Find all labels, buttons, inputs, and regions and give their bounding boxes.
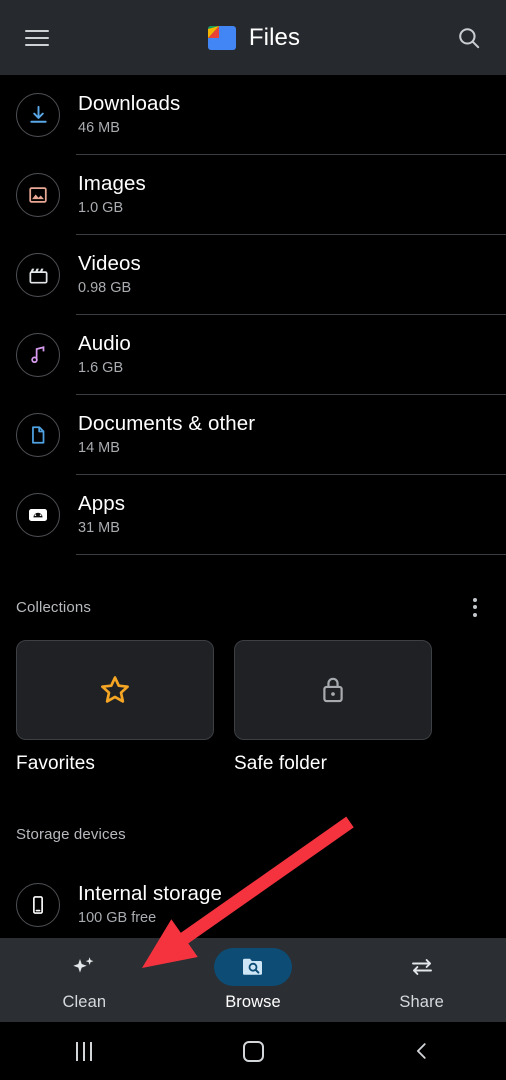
category-text: Documents & other 14 MB bbox=[78, 412, 255, 458]
file-category-list: Downloads 46 MB Images 1.0 GB Videos 0.9… bbox=[0, 75, 506, 555]
category-size: 1.0 GB bbox=[78, 200, 124, 216]
nav-label-browse: Browse bbox=[225, 993, 281, 1011]
kebab-dot bbox=[473, 612, 477, 617]
category-name: Downloads bbox=[78, 92, 181, 115]
phone-icon bbox=[16, 883, 60, 927]
category-name: Images bbox=[78, 172, 146, 195]
document-icon bbox=[16, 413, 60, 457]
category-text: Images 1.0 GB bbox=[78, 172, 146, 218]
browse-pill bbox=[214, 948, 292, 986]
back-glyph bbox=[416, 1043, 426, 1059]
image-icon bbox=[16, 173, 60, 217]
category-text: Videos 0.98 GB bbox=[78, 252, 141, 298]
star-icon bbox=[101, 676, 129, 703]
video-icon bbox=[16, 253, 60, 297]
row-divider bbox=[76, 554, 506, 555]
google-files-logo-icon bbox=[207, 25, 236, 50]
safe-folder-card[interactable] bbox=[234, 640, 432, 740]
category-row-images[interactable]: Images 1.0 GB bbox=[0, 155, 506, 235]
nav-label-clean: Clean bbox=[62, 993, 107, 1011]
nav-tab-browse[interactable]: Browse bbox=[169, 948, 338, 1012]
category-name: Videos bbox=[78, 252, 141, 275]
nav-tab-share[interactable]: Share bbox=[337, 948, 506, 1012]
collection-label: Safe folder bbox=[234, 753, 327, 774]
apk-android-icon bbox=[16, 493, 60, 537]
category-size: 46 MB bbox=[78, 120, 120, 136]
category-text: Apps 31 MB bbox=[78, 492, 125, 538]
storage-name: Internal storage bbox=[78, 882, 223, 905]
category-name: Audio bbox=[78, 332, 131, 355]
share-pill bbox=[383, 948, 461, 986]
category-text: Downloads 46 MB bbox=[78, 92, 180, 138]
folder-search-icon bbox=[243, 958, 262, 975]
storage-detail: 100 GB free bbox=[78, 910, 157, 926]
category-row-apps[interactable]: Apps 31 MB bbox=[0, 475, 506, 555]
category-row-documents[interactable]: Documents & other 14 MB bbox=[0, 395, 506, 475]
back-chevron-icon[interactable] bbox=[337, 1040, 506, 1062]
download-icon bbox=[16, 93, 60, 137]
category-row-downloads[interactable]: Downloads 46 MB bbox=[0, 75, 506, 155]
nav-label-share: Share bbox=[399, 993, 444, 1011]
recents-glyph bbox=[76, 1041, 93, 1061]
lock-icon bbox=[323, 677, 343, 703]
system-navigation-bar bbox=[0, 1022, 506, 1080]
storage-row-internal[interactable]: Internal storage 100 GB free bbox=[0, 865, 506, 945]
storage-text: Internal storage 100 GB free bbox=[78, 882, 222, 928]
search-glyph bbox=[459, 27, 480, 48]
app-bar-title-group: Files bbox=[0, 23, 506, 53]
favorites-card[interactable] bbox=[16, 640, 214, 740]
home-glyph bbox=[242, 1040, 264, 1062]
files-app-screen: Files Downloads 46 MB Images 1.0 GB Vide… bbox=[0, 0, 506, 1080]
collection-label: Favorites bbox=[16, 753, 96, 774]
sparkle-icon bbox=[73, 957, 94, 973]
storage-header: Storage devices bbox=[0, 826, 506, 843]
collections-section: Collections Favorites Safe folder bbox=[0, 590, 506, 775]
category-name: Apps bbox=[78, 492, 126, 515]
more-vertical-icon[interactable] bbox=[458, 590, 492, 624]
bottom-navigation-bar: Clean Browse Share bbox=[0, 938, 506, 1022]
music-note-icon bbox=[16, 333, 60, 377]
swap-arrows-icon bbox=[411, 959, 432, 975]
kebab-dot bbox=[473, 605, 477, 609]
kebab-dot bbox=[473, 597, 477, 602]
collections-cards: Favorites Safe folder bbox=[0, 624, 506, 775]
clean-pill bbox=[45, 948, 123, 986]
category-row-audio[interactable]: Audio 1.6 GB bbox=[0, 315, 506, 395]
page-title: Files bbox=[248, 23, 301, 51]
home-icon[interactable] bbox=[169, 1040, 338, 1062]
collections-title: Collections bbox=[16, 598, 92, 616]
recents-bar bbox=[76, 1041, 79, 1061]
collections-header: Collections bbox=[0, 590, 506, 624]
recents-bar bbox=[83, 1041, 86, 1061]
nav-tab-clean[interactable]: Clean bbox=[0, 948, 169, 1012]
category-text: Audio 1.6 GB bbox=[78, 332, 131, 378]
category-row-videos[interactable]: Videos 0.98 GB bbox=[0, 235, 506, 315]
search-icon[interactable] bbox=[450, 19, 488, 57]
collection-favorites[interactable]: Favorites bbox=[16, 640, 214, 775]
app-bar: Files bbox=[0, 0, 506, 75]
category-size: 0.98 GB bbox=[78, 280, 132, 296]
recents-bar bbox=[90, 1041, 93, 1061]
recents-icon[interactable] bbox=[0, 1041, 169, 1061]
category-size: 31 MB bbox=[78, 520, 120, 536]
category-size: 14 MB bbox=[78, 440, 120, 456]
collection-safe-folder[interactable]: Safe folder bbox=[234, 640, 432, 775]
storage-title: Storage devices bbox=[16, 826, 126, 843]
storage-devices-section: Storage devices Internal storage 100 GB … bbox=[0, 826, 506, 945]
category-size: 1.6 GB bbox=[78, 360, 124, 376]
category-name: Documents & other bbox=[78, 412, 256, 435]
